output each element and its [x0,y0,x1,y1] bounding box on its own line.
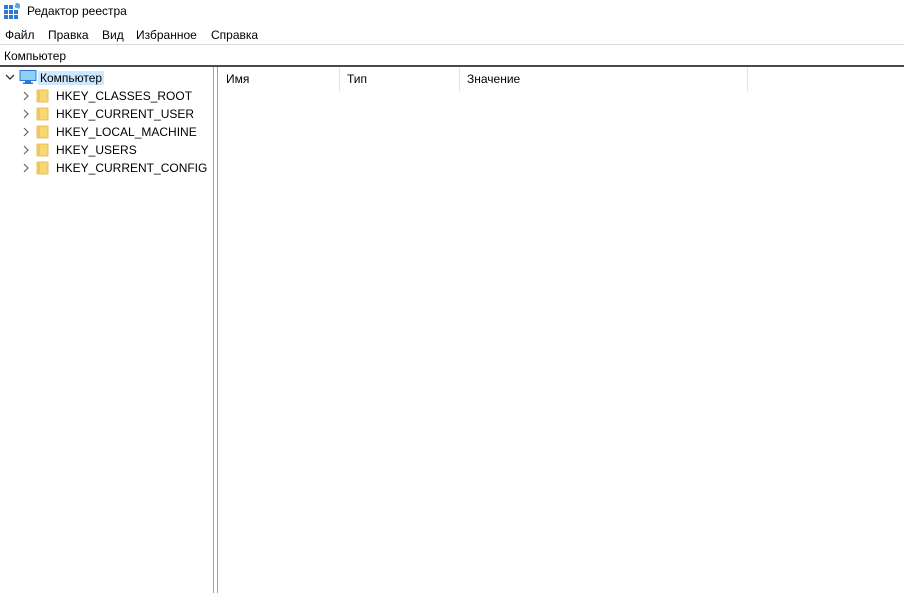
menu-bar: Файл Правка Вид Избранное Справка [0,26,904,44]
chevron-right-icon[interactable] [21,109,31,119]
menu-favorites[interactable]: Избранное [136,28,197,42]
tree-item-hku[interactable]: HKEY_USERS [0,141,212,159]
chevron-right-icon[interactable] [21,145,31,155]
folder-icon [36,143,50,157]
window-title: Редактор реестра [27,4,127,18]
menu-edit[interactable]: Правка [48,28,89,42]
menu-separator [0,44,904,45]
tree-item-label[interactable]: HKEY_LOCAL_MACHINE [56,125,197,139]
chevron-right-icon[interactable] [21,163,31,173]
splitter-line [213,67,214,593]
computer-icon [19,70,37,84]
menu-file[interactable]: Файл [5,28,35,42]
column-header-label: Значение [467,72,521,86]
menu-help[interactable]: Справка [211,28,258,42]
tree-item-computer[interactable]: Компьютер [0,69,212,87]
column-header-type[interactable]: Тип [339,67,459,92]
column-header-label: Имя [226,72,250,86]
column-divider[interactable] [747,67,748,92]
values-list[interactable]: Имя Тип Значение [218,67,904,593]
tree-pane[interactable]: Компьютер HKEY_CLASSES_ROOT HKEY_CURRENT… [0,67,212,593]
menu-view[interactable]: Вид [102,28,124,42]
chevron-right-icon[interactable] [21,127,31,137]
folder-icon [36,107,50,121]
tree-item-label[interactable]: HKEY_CURRENT_USER [56,107,194,121]
tree-item-label[interactable]: HKEY_USERS [56,143,137,157]
tree-item-hklm[interactable]: HKEY_LOCAL_MACHINE [0,123,212,141]
address-bar[interactable]: Компьютер [0,46,904,64]
column-header-name[interactable]: Имя [218,67,339,92]
tree-item-label[interactable]: HKEY_CLASSES_ROOT [56,89,192,103]
column-header-label: Тип [347,72,368,86]
column-header-value[interactable]: Значение [459,67,747,92]
address-path[interactable]: Компьютер [4,49,66,63]
registry-editor-icon [4,2,21,19]
chevron-right-icon[interactable] [21,91,31,101]
tree-item-hkcc[interactable]: HKEY_CURRENT_CONFIG [0,159,212,177]
tree-item-label[interactable]: Компьютер [38,71,105,85]
folder-icon [36,161,50,175]
folder-icon [36,89,50,103]
tree-item-label[interactable]: HKEY_CURRENT_CONFIG [56,161,207,175]
folder-icon [36,125,50,139]
title-bar: Редактор реестра [0,0,904,22]
tree-item-hkcr[interactable]: HKEY_CLASSES_ROOT [0,87,212,105]
tree-item-hkcu[interactable]: HKEY_CURRENT_USER [0,105,212,123]
chevron-down-icon[interactable] [5,72,15,82]
